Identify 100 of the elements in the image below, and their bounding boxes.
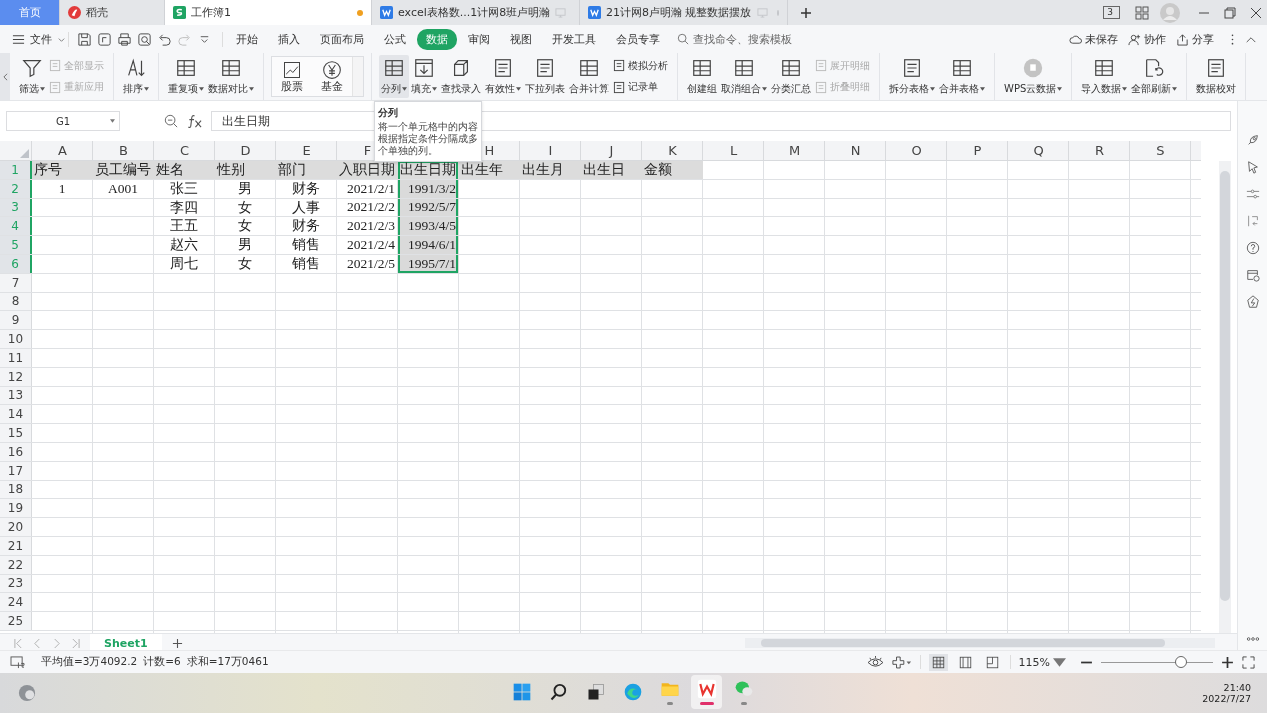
column-header[interactable]: S — [1130, 141, 1191, 160]
ribbon-button[interactable]: 数据校对 — [1194, 55, 1239, 98]
ribbon-button[interactable]: 导入数据 — [1079, 55, 1130, 98]
column-header[interactable]: E — [276, 141, 337, 160]
column-header[interactable]: O — [886, 141, 947, 160]
swap-icon[interactable] — [1245, 214, 1260, 228]
ribbon-button[interactable]: 拆分表格 — [887, 55, 937, 98]
clock[interactable]: 21:40 2022/7/27 — [1202, 682, 1251, 704]
export-icon[interactable] — [97, 31, 112, 47]
column-header[interactable]: N — [825, 141, 886, 160]
ribbon-button[interactable]: 合并计算 — [567, 55, 611, 98]
row-header[interactable]: 9 — [0, 311, 32, 330]
table-cell: 1993/4/5 — [398, 217, 459, 236]
column-header[interactable]: M — [764, 141, 825, 160]
sliders-icon[interactable] — [1245, 187, 1260, 201]
column-header[interactable]: B — [93, 141, 154, 160]
zoom-level[interactable]: 115% — [1018, 655, 1066, 669]
down-icon — [413, 57, 435, 79]
zoom-slider[interactable] — [1101, 656, 1213, 668]
row-header[interactable]: 14 — [0, 405, 32, 424]
row-header[interactable]: 15 — [0, 424, 32, 442]
ribbon-button[interactable]: 筛选 — [17, 55, 47, 98]
ribbon-button[interactable]: 数据对比 — [206, 55, 256, 98]
vertical-scrollbar[interactable] — [1219, 161, 1231, 633]
zoom-in-icon[interactable] — [1221, 655, 1234, 669]
ribbon-small-button[interactable]: 模拟分析 — [613, 58, 668, 73]
row-header[interactable]: 19 — [0, 499, 32, 518]
action-button[interactable]: 分享 — [1176, 31, 1214, 47]
command-search-field[interactable]: 查找命令、搜索模板 — [677, 31, 792, 47]
gallery-item[interactable]: 基金 — [312, 57, 352, 96]
column-header[interactable]: C — [154, 141, 215, 160]
ribbon-button[interactable]: WPS云数据 — [1002, 55, 1065, 98]
bulb-icon[interactable] — [1245, 295, 1260, 309]
more-icon[interactable] — [1245, 636, 1260, 642]
column-header[interactable]: A — [32, 141, 93, 160]
file-menu[interactable]: 文件 — [0, 31, 68, 47]
ribbon-button[interactable]: 排序 — [121, 55, 151, 98]
preview-icon[interactable] — [137, 31, 152, 47]
restore-icon[interactable] — [1222, 4, 1238, 21]
window-count-button[interactable]: 3 — [1103, 6, 1120, 19]
weather-icon[interactable] — [18, 684, 36, 702]
table-cell-text: 2021/2/5 — [346, 255, 396, 273]
document-tab[interactable]: 工作簿1 — [165, 0, 372, 25]
ribbon-tab[interactable]: 开发工具 — [543, 28, 605, 50]
view-mode-button[interactable] — [928, 653, 948, 671]
ribbon-tab[interactable]: 公式 — [375, 28, 415, 50]
column-header[interactable]: D — [215, 141, 276, 160]
table-icon — [691, 57, 713, 79]
action-button[interactable]: 协作 — [1128, 31, 1166, 47]
ribbon-button[interactable]: 重复项 — [166, 55, 206, 98]
search-icon — [677, 33, 689, 45]
column-header[interactable]: R — [1069, 141, 1130, 160]
cursor-icon[interactable] — [1245, 160, 1260, 174]
crosshair-icon[interactable] — [891, 655, 912, 669]
column-header[interactable]: Q — [1008, 141, 1069, 160]
column-header[interactable]: P — [947, 141, 1008, 160]
column-header[interactable]: I — [520, 141, 581, 160]
eye-icon[interactable] — [866, 655, 884, 669]
column-header[interactable]: L — [703, 141, 764, 160]
save-icon[interactable] — [77, 31, 92, 47]
collapse-icon[interactable] — [1245, 34, 1257, 44]
ribbon-button[interactable]: 创建组 — [685, 55, 719, 98]
fullscreen-icon[interactable] — [1242, 655, 1255, 669]
row-header[interactable]: 24 — [0, 593, 32, 612]
name-box[interactable]: G1 — [6, 111, 120, 131]
ribbon-button[interactable]: 查找录入 — [439, 55, 483, 98]
gallery-item[interactable]: 股票 — [272, 57, 312, 96]
ribbon-tab[interactable]: 插入 — [269, 28, 309, 50]
horizontal-scrollbar[interactable] — [745, 638, 1215, 648]
add-sheet-icon[interactable] — [171, 637, 183, 649]
new-tab-icon[interactable] — [800, 6, 812, 19]
ribbon-button[interactable]: 分类汇总 — [769, 55, 813, 98]
column-header[interactable]: K — [642, 141, 703, 160]
ribbon-tab[interactable]: 视图 — [501, 28, 541, 50]
ribbon-small-button[interactable]: 记录单 — [613, 80, 668, 95]
row-header[interactable]: 10 — [0, 330, 32, 348]
gallery-scrollbar[interactable] — [352, 57, 363, 96]
ribbon-button[interactable]: 有效性 — [483, 55, 523, 98]
function-icon[interactable] — [186, 113, 203, 129]
apps-grid-icon[interactable] — [1134, 4, 1150, 21]
row-header[interactable]: 25 — [0, 612, 32, 630]
ribbon-button[interactable]: 填充 — [409, 55, 439, 98]
row-header[interactable]: 20 — [0, 518, 32, 536]
column-header[interactable]: J — [581, 141, 642, 160]
store-icon[interactable] — [1245, 268, 1260, 282]
action-button[interactable]: 未保存 — [1069, 31, 1118, 47]
macro-icon[interactable] — [10, 655, 25, 669]
ribbon-button[interactable]: 合并表格 — [937, 55, 987, 98]
ribbon-tab[interactable]: 开始 — [227, 28, 267, 50]
print-icon[interactable] — [117, 31, 132, 47]
ribbon-button[interactable]: 下拉列表 — [523, 55, 567, 98]
ribbon-tab[interactable]: 页面布局 — [311, 28, 373, 50]
ribbon-button[interactable]: 取消组合 — [719, 55, 769, 98]
ribbon-button[interactable]: 分列 — [379, 55, 409, 98]
help-icon[interactable] — [1245, 241, 1260, 255]
ribbon-tab[interactable]: 审阅 — [459, 28, 499, 50]
ribbon-button[interactable]: 全部刷新 — [1129, 55, 1180, 98]
ribbon-tab[interactable]: 会员专享 — [607, 28, 669, 50]
app-logo-icon — [68, 6, 81, 19]
more-icon[interactable] — [1230, 32, 1235, 46]
